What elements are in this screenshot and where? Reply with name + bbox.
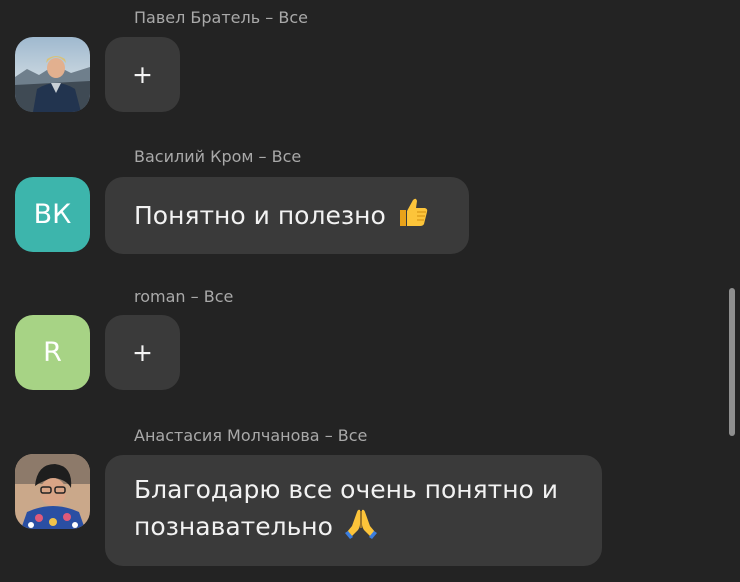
message-bubble[interactable]: Благодарю все очень понятно и познавател… — [105, 455, 602, 566]
avatar[interactable]: R — [15, 315, 90, 390]
meta-separator: – — [185, 287, 204, 306]
avatar-initials: ВК — [33, 199, 72, 230]
meta-separator: – — [319, 426, 338, 445]
message-meta: roman – Все — [134, 287, 233, 306]
message-recipient: Все — [337, 426, 368, 445]
avatar-photo — [15, 454, 90, 529]
message-bubble[interactable]: + — [105, 37, 180, 112]
praying-hands-icon — [343, 506, 379, 548]
message-author: Анастасия Молчанова — [134, 426, 320, 445]
message-text: + — [132, 60, 153, 89]
message-text: Понятно и полезно — [134, 200, 386, 230]
avatar[interactable] — [15, 37, 90, 112]
message-bubble[interactable]: + — [105, 315, 180, 390]
meta-separator: – — [260, 8, 279, 27]
message-meta: Павел Братель – Все — [134, 8, 308, 27]
message-text-line: познавательно — [134, 506, 379, 548]
avatar[interactable]: ВК — [15, 177, 90, 252]
scrollbar-thumb[interactable] — [729, 288, 735, 436]
avatar[interactable] — [15, 454, 90, 529]
message-meta: Василий Кром – Все — [134, 147, 301, 166]
message-author: roman — [134, 287, 186, 306]
message-bubble[interactable]: Понятно и полезно — [105, 177, 469, 254]
message-author: Павел Братель — [134, 8, 261, 27]
message-meta: Анастасия Молчанова – Все — [134, 426, 367, 445]
avatar-initials: R — [43, 337, 62, 368]
chat-message-list[interactable]: Павел Братель – Все + Василий Кром – Все… — [0, 0, 740, 582]
message-text: + — [132, 338, 153, 367]
meta-separator: – — [253, 147, 272, 166]
message-author: Василий Кром — [134, 147, 254, 166]
message-text: Благодарю все очень понятно и — [134, 474, 559, 504]
avatar-photo — [15, 37, 90, 112]
message-recipient: Все — [271, 147, 302, 166]
message-recipient: Все — [278, 8, 308, 27]
thumbs-up-icon — [396, 195, 430, 237]
message-text: познавательно — [134, 511, 333, 541]
message-text-line: Благодарю все очень понятно и — [134, 474, 558, 506]
message-recipient: Все — [203, 287, 234, 306]
